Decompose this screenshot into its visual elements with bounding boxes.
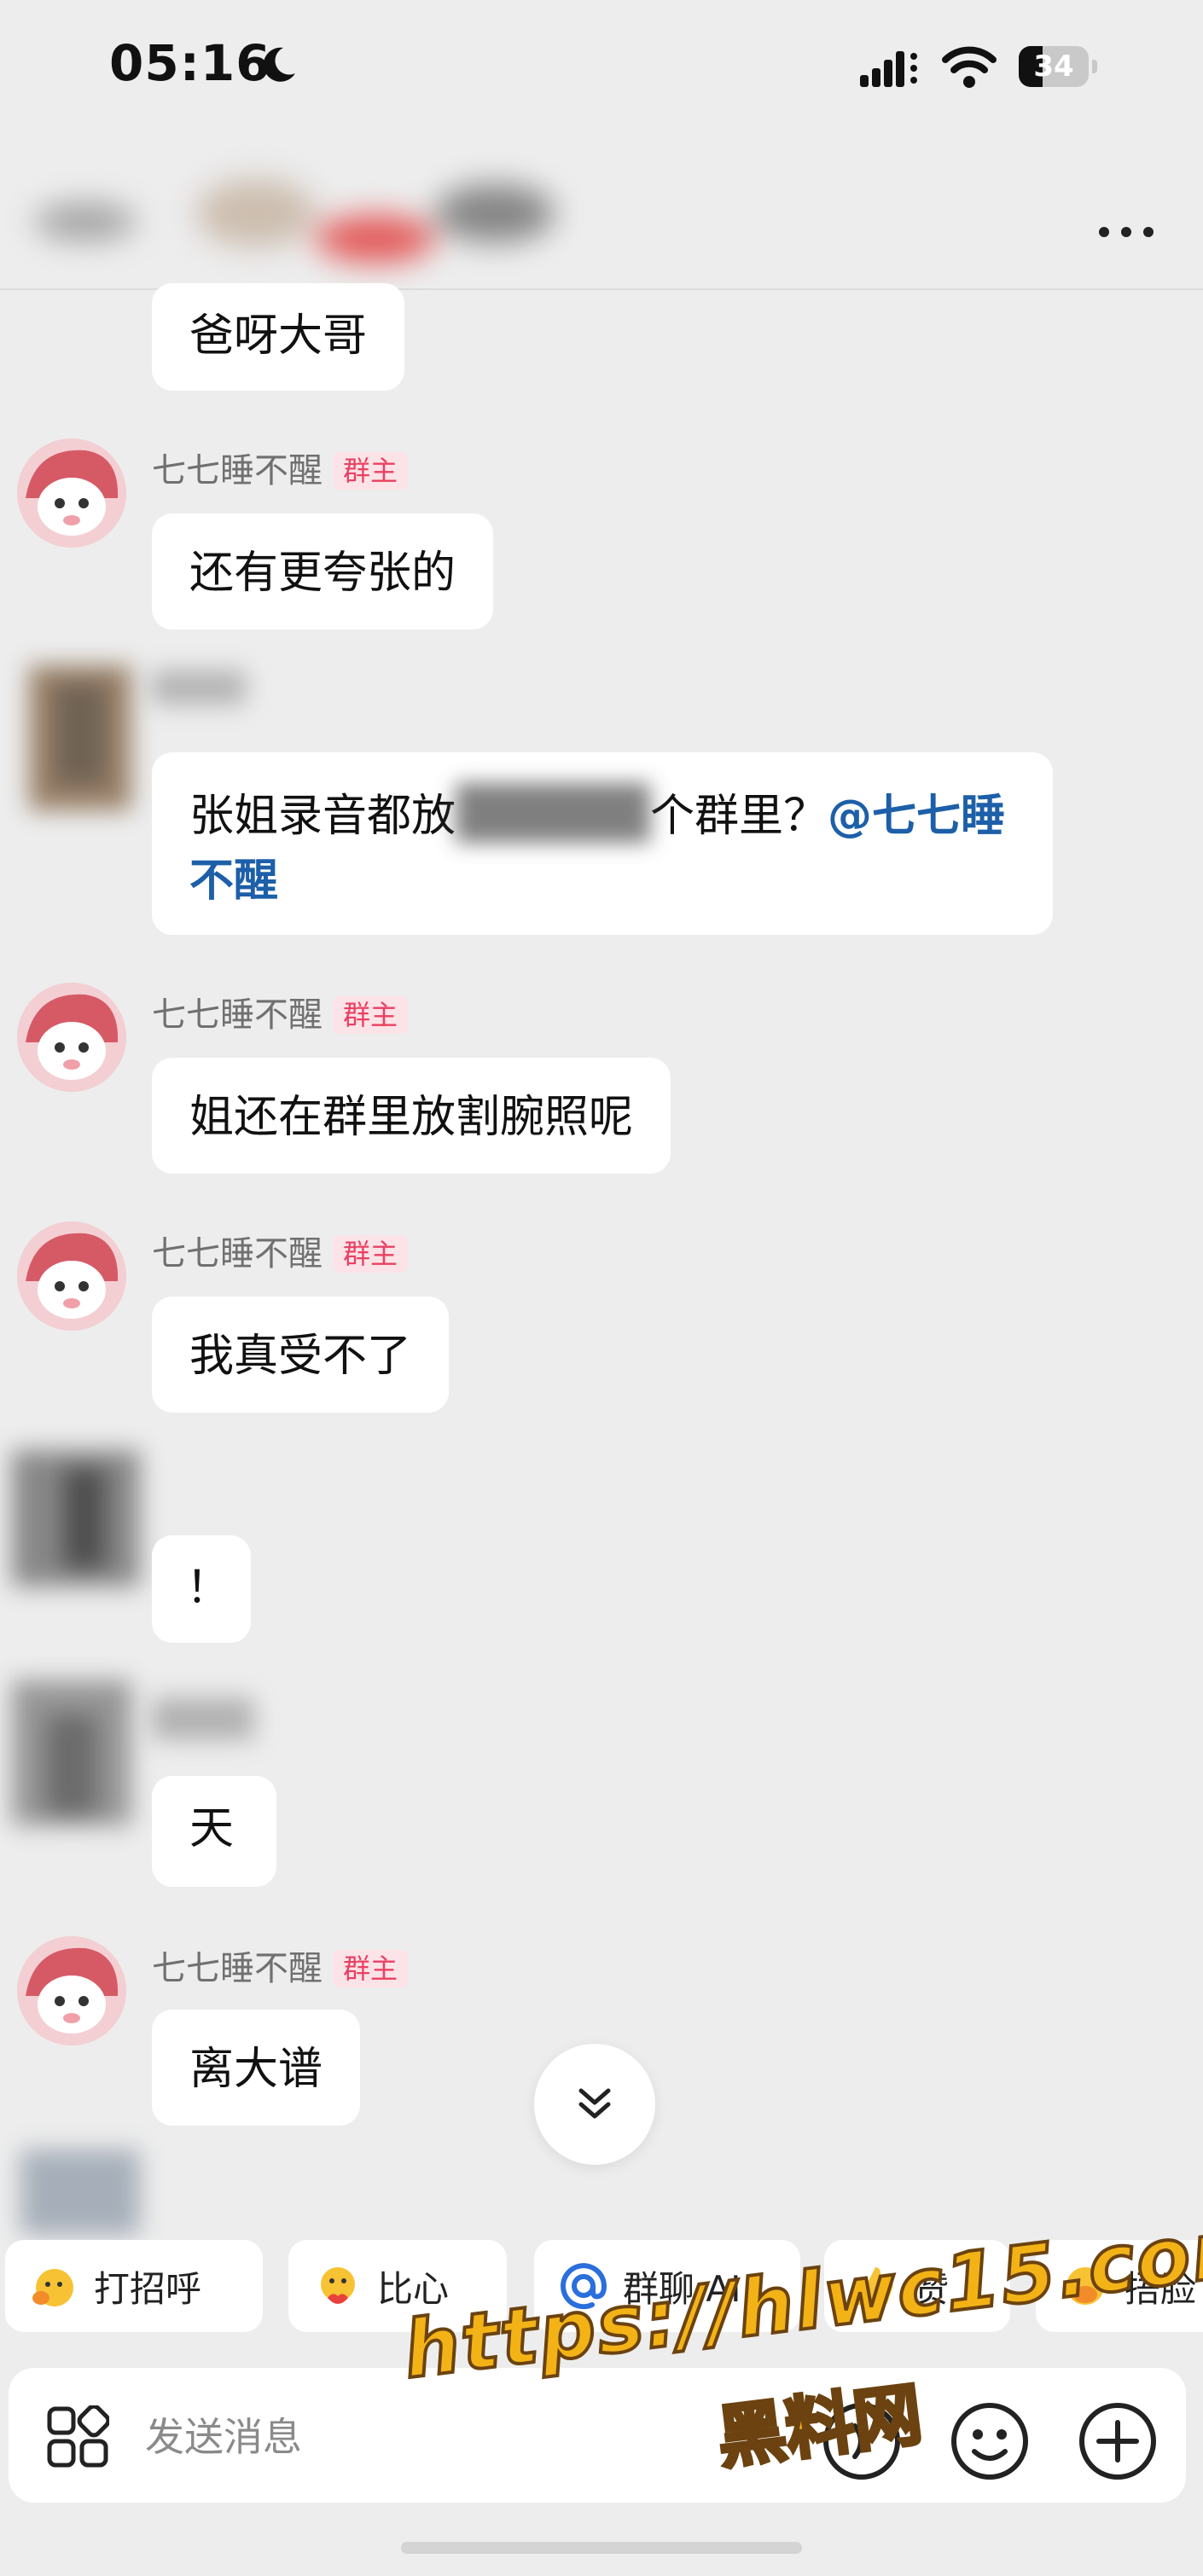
battery-icon: 34 [1019,46,1097,87]
double-chevron-down-icon [578,2088,611,2119]
sender-name: 七七睡不醒 群主 [152,995,409,1036]
more-options-icon[interactable] [1092,215,1160,249]
sender-name: 七七睡不醒 群主 [152,1948,409,1989]
message-text-continued: 个群里？ [650,791,828,842]
message-bubble[interactable]: 爸呀大哥 [152,283,405,391]
heart-hands-emoji-icon [321,2267,355,2304]
facepalm-emoji-icon [1066,2267,1104,2305]
message-input-bar [0,2368,1203,2504]
quick-action-group-ai[interactable]: 群聊 AI [534,2240,800,2332]
wave-emoji-icon [32,2269,73,2306]
message-bubble[interactable]: 还有更夸张的 [152,513,494,629]
blurred-sender-name [152,670,246,705]
status-time: 05:16 [109,34,271,92]
message-bubble[interactable]: ！ [152,1535,251,1643]
blurred-group-title [34,179,555,263]
quick-action-facepalm[interactable]: 捂脸 [1036,2240,1203,2332]
avatar[interactable] [17,1221,126,1331]
message-text: ！ [186,1563,231,1614]
moon-icon [263,47,295,82]
home-indicator[interactable] [401,2542,802,2554]
message-text: 我真受不了 [189,1331,412,1382]
message-text: 爸呀大哥 [189,310,368,362]
scroll-to-bottom-button[interactable] [534,2044,655,2165]
quick-action-wave[interactable]: 打招呼 [5,2240,263,2332]
quick-action-heart[interactable]: 比心 [288,2240,507,2332]
thumbs-up-emoji-icon [855,2267,893,2305]
quick-action-label: 赞 [913,2267,950,2310]
battery-level: 34 [1033,49,1074,84]
owner-badge: 群主 [333,1235,409,1273]
voice-icon[interactable] [821,2400,903,2482]
status-bar: 05:16 34 [0,0,1203,136]
quick-action-label: 比心 [377,2267,450,2310]
blurred-sender-name [152,1697,254,1740]
owner-badge: 群主 [333,452,409,490]
message-bubble[interactable]: 离大谱 [152,2010,361,2126]
message-bubble[interactable]: 姐还在群里放割腕照呢 [152,1058,671,1174]
at-icon [561,2263,607,2310]
emoji-icon[interactable] [949,2400,1031,2482]
apps-grid-icon[interactable] [46,2405,109,2469]
avatar[interactable] [17,438,126,548]
message-bubble[interactable]: 我真受不了 [152,1297,450,1413]
message-text: 还有更夸张的 [189,548,456,599]
owner-badge: 群主 [333,1950,409,1987]
message-text: 姐还在群里放割腕照呢 [189,1092,634,1143]
blurred-avatar [12,1450,140,1587]
chat-header [0,136,1203,290]
input-container [9,2368,1186,2503]
quick-action-label: 群聊 AI [623,2267,741,2310]
blurred-avatar [20,2150,140,2235]
message-text: 张姐录音都放 [189,791,456,842]
quick-actions-bar: 打招呼 比心 群聊 AI 赞 捂脸 [0,2240,1203,2334]
avatar[interactable] [17,983,126,1092]
cellular-signal-icon [860,51,917,87]
message-bubble[interactable]: 天 [152,1776,276,1887]
message-bubble[interactable]: 张姐录音都放 个群里？@七七睡不醒 [152,752,1053,935]
sender-name: 七七睡不醒 群主 [152,1233,409,1274]
blurred-text [456,783,651,843]
quick-action-label: 打招呼 [94,2267,202,2310]
sender-name: 七七睡不醒 群主 [152,450,409,491]
wifi-icon [942,46,997,88]
owner-badge: 群主 [333,996,409,1034]
avatar[interactable] [17,1936,126,2045]
message-text: 离大谱 [189,2044,323,2095]
plus-icon[interactable] [1077,2400,1159,2482]
message-text: 天 [189,1803,235,1854]
quick-action-label: 捂脸 [1125,2267,1197,2310]
message-input[interactable] [145,2399,759,2475]
blurred-avatar [29,665,131,810]
blurred-avatar [12,1680,131,1825]
quick-action-like[interactable]: 赞 [824,2240,1010,2332]
